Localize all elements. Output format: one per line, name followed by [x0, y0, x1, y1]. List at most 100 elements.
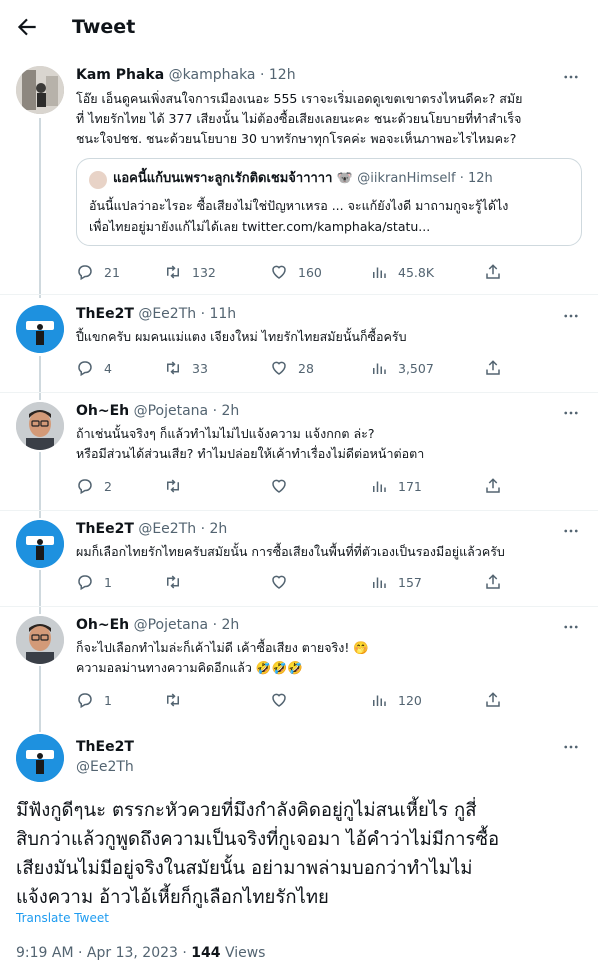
views-icon	[373, 363, 386, 374]
tweet-text: โอ๊ย เอ็นดูคนเพิ่งสนใจการเมืองเนอะ 555 เ…	[76, 91, 523, 146]
quoted-tweet[interactable]: แอคนี้แก้บนเพราะลูกเรักติดเชมจ้าาาาา 🐨 @…	[76, 158, 582, 246]
reply-icon	[78, 693, 92, 709]
retweet-icon	[167, 693, 179, 707]
avatar[interactable]	[16, 305, 64, 353]
share-button[interactable]	[484, 572, 512, 592]
author-line: Oh~Eh @Pojetana · 2h	[76, 617, 240, 633]
views-button[interactable]: 157	[370, 572, 422, 592]
author-handle[interactable]: @Ee2Th	[138, 521, 196, 537]
avatar[interactable]	[16, 66, 64, 114]
action-bar: 1 157	[76, 572, 516, 592]
top-bar: Tweet	[0, 0, 598, 53]
views-icon	[373, 695, 386, 706]
retweet-button[interactable]	[164, 476, 192, 496]
reply-button[interactable]: 4	[76, 358, 112, 378]
tweet-text: ผมก็เลือกไทยรักไทยครับสมัยนั้น การซื้อเส…	[76, 544, 505, 559]
author-name[interactable]: Oh~Eh	[76, 617, 129, 633]
timestamp[interactable]: 12h	[269, 67, 296, 83]
author-line: ThEe2T @Ee2Th · 11h	[76, 306, 237, 322]
action-bar: 2 171	[76, 476, 516, 496]
translate-link[interactable]: Translate Tweet	[16, 911, 109, 925]
views-icon	[373, 481, 386, 492]
reply-icon	[78, 575, 92, 591]
quote-author-line: แอคนี้แก้บนเพราะลูกเรักติดเชมจ้าาาาา 🐨 @…	[113, 171, 493, 186]
retweet-icon	[167, 361, 179, 375]
retweet-button[interactable]	[164, 690, 192, 710]
tweet[interactable]: ThEe2T @Ee2Th · 11h ปี้แขกครับ ผมคนแม่แต…	[0, 305, 598, 395]
retweet-icon	[167, 575, 179, 589]
views-icon	[373, 577, 386, 588]
author-handle[interactable]: @Pojetana	[134, 403, 209, 419]
page-title: Tweet	[72, 16, 136, 38]
author-handle[interactable]: @Pojetana	[134, 617, 209, 633]
more-icon[interactable]	[562, 404, 580, 422]
share-icon	[486, 478, 500, 493]
author-handle[interactable]: @Ee2Th	[138, 306, 196, 322]
retweet-button[interactable]: 132	[164, 262, 216, 282]
author-line: Kam Phaka @kamphaka · 12h	[76, 67, 296, 83]
like-button[interactable]	[270, 572, 298, 592]
like-button[interactable]	[270, 690, 298, 710]
divider	[0, 606, 598, 607]
views-button[interactable]: 3,507	[370, 358, 434, 378]
like-icon	[272, 693, 286, 707]
more-icon[interactable]	[562, 618, 580, 636]
timestamp[interactable]: 9:19 AM · Apr 13, 2023 ·	[16, 945, 191, 961]
views-button[interactable]: 120	[370, 690, 422, 710]
author-handle[interactable]: @kamphaka	[169, 67, 256, 83]
share-button[interactable]	[484, 262, 512, 282]
timestamp[interactable]: 2h	[222, 403, 240, 419]
share-icon	[486, 574, 500, 589]
author-name[interactable]: Oh~Eh	[76, 403, 129, 419]
like-button[interactable]: 28	[270, 358, 314, 378]
more-icon[interactable]	[562, 738, 580, 756]
action-bar: 4 33 28 3,507	[76, 358, 516, 378]
like-button[interactable]: 160	[270, 262, 322, 282]
avatar[interactable]	[16, 734, 64, 782]
timestamp[interactable]: 11h	[209, 306, 236, 322]
reply-button[interactable]: 2	[76, 476, 112, 496]
retweet-button[interactable]	[164, 572, 192, 592]
author-name[interactable]: Kam Phaka	[76, 67, 164, 83]
like-icon	[272, 479, 286, 493]
share-button[interactable]	[484, 358, 512, 378]
divider	[0, 392, 598, 393]
like-button[interactable]	[270, 476, 298, 496]
more-icon[interactable]	[562, 522, 580, 540]
share-icon	[486, 360, 500, 375]
back-arrow-icon[interactable]	[14, 14, 40, 40]
retweet-button[interactable]: 33	[164, 358, 208, 378]
views-count: 144	[191, 945, 221, 961]
tweet-text: ถ้าเช่นนั้นจริงๆ ก็แล้วทำไมไม่ไปแจ้งความ…	[76, 426, 425, 461]
reply-button[interactable]: 1	[76, 572, 112, 592]
like-icon	[272, 265, 286, 279]
author-name[interactable]: ThEe2T	[76, 521, 134, 537]
timestamp[interactable]: 2h	[209, 521, 227, 537]
tweet-text: ปี้แขกครับ ผมคนแม่แตง เจียงใหม่ ไทยรักไท…	[76, 329, 407, 344]
retweet-icon	[167, 265, 179, 279]
more-icon[interactable]	[562, 68, 580, 86]
views-icon	[373, 267, 386, 278]
reply-button[interactable]: 1	[76, 690, 112, 710]
avatar[interactable]	[16, 520, 64, 568]
author-handle[interactable]: @Ee2Th	[76, 758, 134, 777]
reply-icon	[78, 361, 92, 377]
tweet[interactable]: ThEe2T @Ee2Th · 2h ผมก็เลือกไทยรักไทยครั…	[0, 520, 598, 610]
main-tweet-header: ThEe2T @Ee2Th	[0, 734, 598, 794]
author-name[interactable]: ThEe2T	[76, 738, 134, 757]
like-icon	[272, 575, 286, 589]
views-button[interactable]: 171	[370, 476, 422, 496]
more-icon[interactable]	[562, 307, 580, 325]
quote-text: อันนี้แปลว่าอะไรอะ ซื้อเสียงไม่ใช่ปัญหาเ…	[89, 198, 509, 234]
share-button[interactable]	[484, 690, 512, 710]
author-name[interactable]: ThEe2T	[76, 306, 134, 322]
avatar[interactable]	[16, 616, 64, 664]
author-line: ThEe2T @Ee2Th · 2h	[76, 521, 228, 537]
reply-button[interactable]: 21	[76, 262, 120, 282]
tweet-meta: 9:19 AM · Apr 13, 2023 · 144 Views	[16, 945, 265, 961]
share-icon	[486, 692, 500, 707]
views-button[interactable]: 45.8K	[370, 262, 434, 282]
avatar[interactable]	[16, 402, 64, 450]
share-button[interactable]	[484, 476, 512, 496]
timestamp[interactable]: 2h	[222, 617, 240, 633]
